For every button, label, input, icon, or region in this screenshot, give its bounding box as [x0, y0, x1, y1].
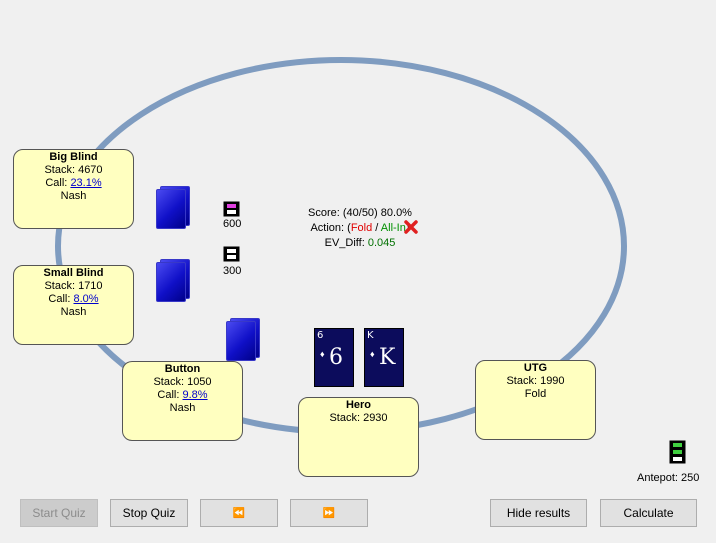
seat-strategy: Nash	[60, 190, 87, 202]
seat-stack: Stack: 4670	[44, 164, 103, 176]
small-blind-bet: 300	[223, 265, 242, 277]
ev-value: 0.045	[367, 237, 396, 249]
action-allin: All-In	[380, 222, 406, 234]
button-cards	[226, 318, 260, 361]
call-pct-link[interactable]: 23.1%	[70, 177, 101, 189]
big-blind-cards	[156, 186, 190, 229]
seat-hero[interactable]: Hero Stack: 2930	[298, 397, 419, 477]
next-button[interactable]: ⏩	[290, 499, 368, 527]
seat-stack: Stack: 1050	[153, 376, 212, 388]
seat-button[interactable]: Button Stack: 1050 Call: 9.8% Nash	[122, 361, 243, 441]
seat-strategy: Nash	[169, 402, 196, 414]
call-pct-link[interactable]: 8.0%	[74, 293, 99, 305]
red-x-icon	[404, 220, 418, 234]
call-label: Call:	[157, 389, 180, 401]
antepot-chip-icon	[669, 440, 686, 464]
hero-card-2: K ♦ K	[364, 328, 404, 387]
call-label: Call:	[45, 177, 68, 189]
seat-utg[interactable]: UTG Stack: 1990 Fold	[475, 360, 596, 440]
seat-stack: Stack: 1710	[44, 280, 103, 292]
seat-action: Fold	[524, 388, 547, 400]
action-fold: Fold	[350, 222, 373, 234]
seat-stack: Stack: 1990	[506, 375, 565, 387]
seat-small-blind[interactable]: Small Blind Stack: 1710 Call: 8.0% Nash	[13, 265, 134, 345]
call-label: Call:	[48, 293, 71, 305]
call-pct-link[interactable]: 9.8%	[183, 389, 208, 401]
chip-stack-icon	[223, 246, 240, 262]
seat-name: Small Blind	[43, 267, 104, 279]
calculate-button[interactable]: Calculate	[600, 499, 697, 527]
seat-name: Button	[164, 363, 201, 375]
hero-card-1: 6 ♦ 6	[314, 328, 354, 387]
ev-label: EV_Diff:	[324, 237, 365, 249]
seat-name: UTG	[523, 362, 548, 374]
start-quiz-button[interactable]: Start Quiz	[20, 499, 98, 527]
seat-stack: Stack: 2930	[329, 412, 388, 424]
small-blind-cards	[156, 259, 190, 302]
seat-name: Hero	[345, 399, 372, 411]
big-blind-bet: 600	[223, 218, 242, 230]
hide-results-button[interactable]: Hide results	[490, 499, 587, 527]
previous-button[interactable]: ⏪	[200, 499, 278, 527]
stop-quiz-button[interactable]: Stop Quiz	[110, 499, 188, 527]
score-text: Score: (40/50) 80.0%	[308, 207, 412, 219]
seat-strategy: Nash	[60, 306, 87, 318]
antepot-text: Antepot: 250	[637, 472, 700, 484]
seat-name: Big Blind	[49, 151, 98, 163]
seat-big-blind[interactable]: Big Blind Stack: 4670 Call: 23.1% Nash	[13, 149, 134, 229]
chip-stack-icon	[223, 201, 240, 217]
